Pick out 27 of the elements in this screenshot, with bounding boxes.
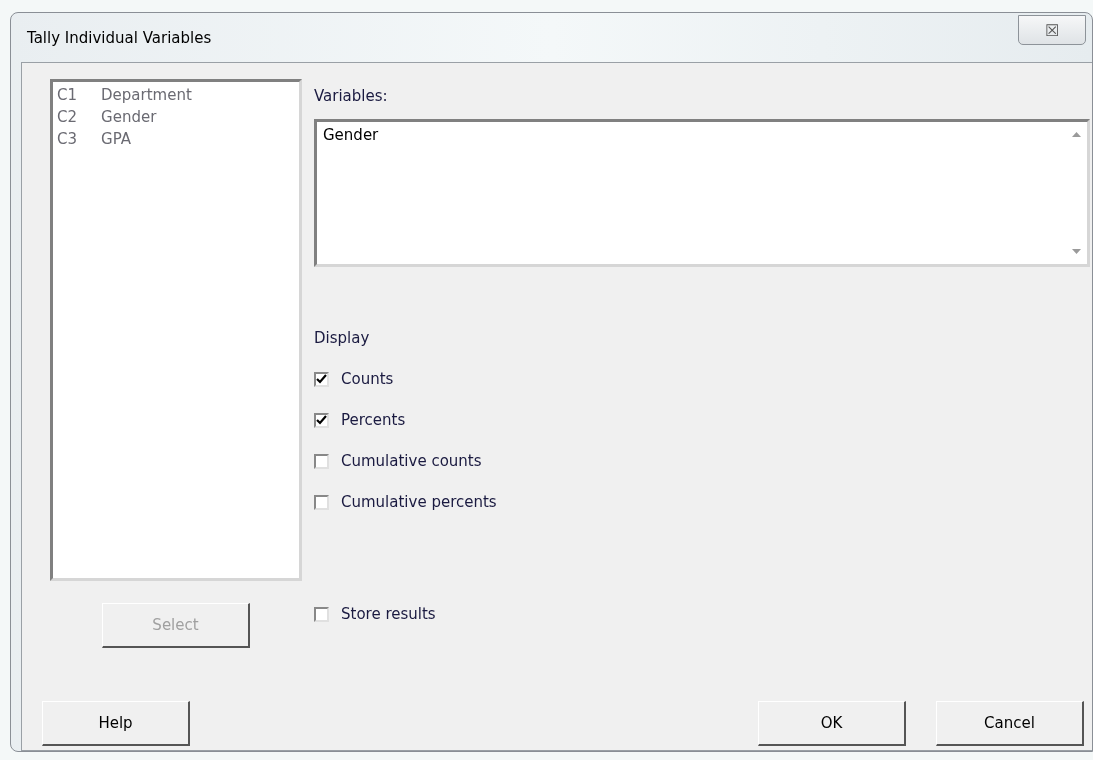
column-id: C1: [57, 85, 78, 106]
close-button[interactable]: ☒: [1018, 15, 1086, 45]
checkbox-label[interactable]: Store results: [341, 605, 436, 623]
dialog-button[interactable]: Cancel: [936, 700, 1084, 746]
checkbox[interactable]: [314, 606, 329, 622]
display-label: Display: [314, 329, 371, 347]
checkbox-label[interactable]: Cumulative counts: [341, 452, 482, 470]
dialog-button[interactable]: OK: [758, 700, 906, 746]
checkbox[interactable]: [314, 494, 329, 510]
column-name: GPA: [101, 129, 131, 150]
scroll-down-icon[interactable]: [1071, 249, 1081, 254]
checkbox[interactable]: [314, 453, 329, 469]
variables-label: Variables:: [314, 87, 389, 105]
checkbox-label[interactable]: Counts: [341, 370, 394, 388]
window-title: Tally Individual Variables: [27, 28, 212, 47]
column-id: C3: [57, 129, 78, 150]
checkbox[interactable]: [314, 412, 329, 428]
column-name: Department: [101, 85, 192, 106]
variables-field[interactable]: Gender: [314, 119, 1090, 267]
help-button[interactable]: Help: [42, 700, 190, 746]
checkbox-label[interactable]: Percents: [341, 411, 406, 429]
column-name: Gender: [101, 107, 157, 128]
column-id: C2: [57, 107, 78, 128]
scroll-up-icon[interactable]: [1071, 132, 1081, 137]
column-list[interactable]: C1 Department C2 Gender C3 GPA: [50, 79, 302, 581]
checkbox-label[interactable]: Cumulative percents: [341, 493, 497, 511]
checkbox[interactable]: [314, 371, 329, 387]
